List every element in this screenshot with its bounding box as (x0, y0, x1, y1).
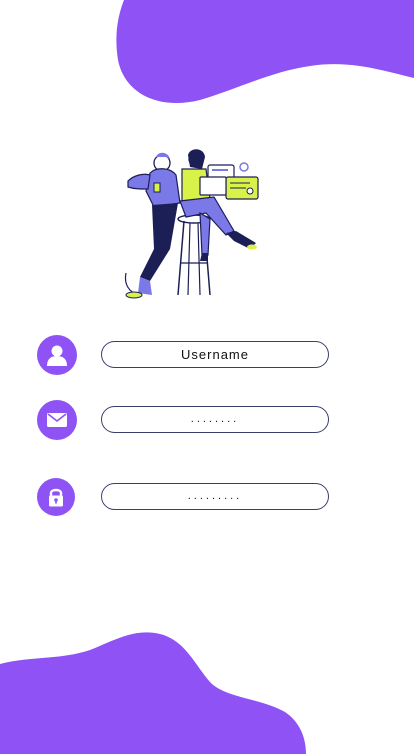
top-decorative-blob (116, 0, 414, 104)
email-icon-badge (37, 400, 77, 440)
hero-illustration (124, 149, 259, 299)
envelope-icon (47, 413, 67, 427)
password-input[interactable] (101, 483, 329, 510)
lock-icon (49, 488, 63, 507)
username-input[interactable] (101, 341, 329, 368)
bottom-decorative-blob (0, 632, 306, 754)
password-icon-badge (37, 478, 75, 516)
username-icon-badge (37, 335, 77, 375)
email-input[interactable] (101, 406, 329, 433)
user-icon (47, 345, 67, 366)
